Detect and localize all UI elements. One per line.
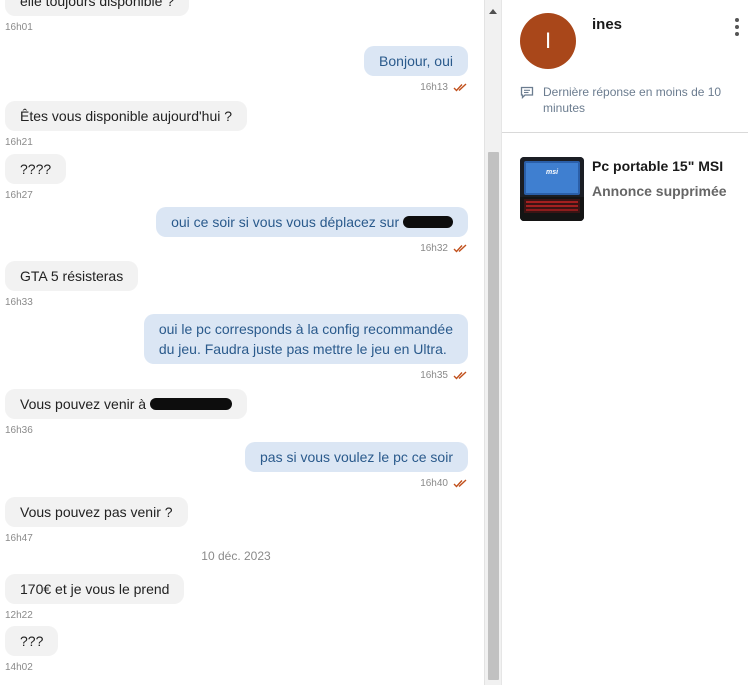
message-outgoing: pas si vous voulez le pc ce soir 16h40	[245, 442, 468, 489]
message-incoming: GTA 5 résisteras 16h33	[5, 261, 139, 308]
message-text: 170€ et je vous le prend	[5, 574, 185, 604]
response-time-text: Dernière réponse en moins de 10 minutes	[543, 85, 722, 115]
message-incoming: Vous pouvez venir à 16h36	[5, 389, 247, 436]
message-time: 16h47	[5, 533, 33, 544]
message-text: Êtes vous disponible aujourd'hui ?	[5, 101, 248, 131]
message-time: 16h13	[420, 82, 448, 93]
kebab-menu-icon[interactable]	[734, 18, 740, 38]
scrollbar-thumb[interactable]	[488, 152, 499, 680]
avatar-initial: I	[544, 28, 552, 53]
message-incoming: elle toujours disponible ? 16h01	[5, 0, 190, 33]
message-text: ????	[5, 154, 67, 184]
redacted-text	[149, 398, 232, 410]
avatar[interactable]: I	[520, 13, 576, 69]
message-time: 16h35	[420, 370, 448, 381]
message-time: 16h27	[5, 190, 33, 201]
response-time-info: Dernière réponse en moins de 10 minutes	[520, 84, 735, 116]
laptop-image: msi	[520, 157, 584, 221]
message-text: GTA 5 résisteras	[5, 261, 139, 291]
message-time: 16h33	[5, 297, 33, 308]
message-text: Vous pouvez pas venir ?	[5, 497, 188, 527]
message-outgoing: Bonjour, oui 16h13	[364, 46, 468, 93]
message-time: 16h01	[5, 22, 33, 33]
message-text: oui ce soir si vous vous déplacez sur	[171, 214, 400, 230]
message-text: Vous pouvez venir à	[20, 396, 147, 412]
contact-name[interactable]: ines	[592, 16, 622, 33]
double-check-icon	[453, 371, 467, 380]
message-text: oui le pc corresponds à la config recomm…	[158, 321, 453, 337]
message-incoming: Vous pouvez pas venir ? 16h47	[5, 497, 188, 544]
scrollbar[interactable]	[484, 0, 501, 685]
message-incoming: Êtes vous disponible aujourd'hui ? 16h21	[5, 101, 248, 148]
message-text: elle toujours disponible ?	[5, 0, 190, 16]
listing-status: Annonce supprimée	[592, 183, 727, 199]
message-time: 12h22	[5, 610, 33, 621]
message-bubble: oui ce soir si vous vous déplacez sur	[156, 207, 468, 237]
message-time: 14h02	[5, 662, 33, 673]
message-outgoing: oui ce soir si vous vous déplacez sur 16…	[156, 207, 468, 254]
message-time: 16h36	[5, 425, 33, 436]
scroll-up-icon[interactable]	[489, 9, 497, 14]
listing-thumbnail[interactable]: msi	[520, 157, 584, 221]
svg-text:msi: msi	[546, 169, 559, 176]
listing-title[interactable]: Pc portable 15" MSI	[592, 158, 742, 174]
message-text: pas si vous voulez le pc ce soir	[245, 442, 468, 472]
message-incoming: ???? 16h27	[5, 154, 67, 201]
conversation-details-panel: I ines Dernière réponse en moins de 10 m…	[501, 0, 748, 685]
redacted-text	[403, 216, 453, 228]
message-time: 16h40	[420, 478, 448, 489]
double-check-icon	[453, 479, 467, 488]
listing-card[interactable]: msi Pc portable 15" MSI Annonce supprimé…	[520, 157, 745, 223]
conversation-thread: elle toujours disponible ? 16h01 Bonjour…	[0, 0, 484, 685]
message-bubble: Vous pouvez venir à	[5, 389, 247, 419]
message-text: Bonjour, oui	[364, 46, 468, 76]
double-check-icon	[453, 244, 467, 253]
message-text: ???	[5, 626, 59, 656]
divider	[502, 132, 748, 133]
message-time: 16h32	[420, 243, 448, 254]
message-time: 16h21	[5, 137, 33, 148]
message-incoming: ??? 14h02	[5, 626, 59, 673]
double-check-icon	[453, 83, 467, 92]
date-separator: 10 déc. 2023	[201, 549, 271, 563]
message-bubble: oui le pc corresponds à la config recomm…	[143, 314, 468, 364]
message-text: du jeu. Faudra juste pas mettre le jeu e…	[158, 341, 447, 357]
message-incoming: 170€ et je vous le prend 12h22	[5, 574, 185, 621]
message-outgoing: oui le pc corresponds à la config recomm…	[143, 314, 468, 381]
chat-bubble-icon	[520, 86, 534, 99]
